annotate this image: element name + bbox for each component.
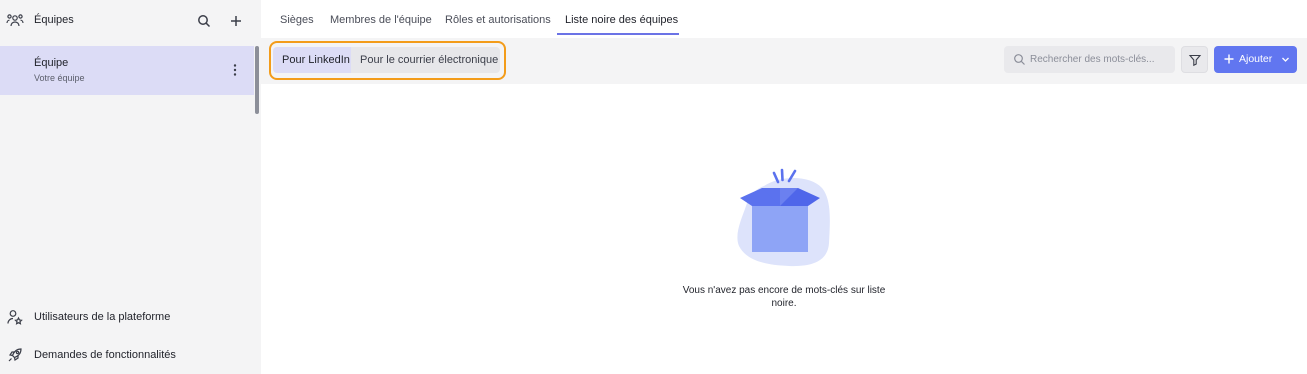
tab-team-members[interactable]: Membres de l'équipe xyxy=(330,14,432,26)
sidebar-item-platform-users[interactable]: Utilisateurs de la plateforme xyxy=(0,302,261,332)
add-button-label: Ajouter xyxy=(1239,53,1273,65)
sidebar-header: Équipes xyxy=(0,0,261,44)
segment-highlight-outline xyxy=(269,41,506,80)
team-name: Équipe xyxy=(34,57,69,69)
keyword-search[interactable] xyxy=(1004,46,1175,73)
team-icon xyxy=(6,14,24,27)
chevron-down-icon[interactable] xyxy=(1280,54,1291,65)
sidebar-item-team[interactable]: Équipe Votre équipe xyxy=(0,46,254,95)
sidebar-item-feature-requests[interactable]: Demandes de fonctionnalités xyxy=(0,340,261,370)
sidebar-item-label: Demandes de fonctionnalités xyxy=(34,349,176,361)
sidebar: Équipes Équipe Votre équipe Utilisateurs… xyxy=(0,0,261,374)
add-team-icon[interactable] xyxy=(228,13,244,29)
tab-team-blacklist[interactable]: Liste noire des équipes xyxy=(565,14,678,26)
search-input[interactable] xyxy=(1030,46,1170,73)
sidebar-scrollbar[interactable] xyxy=(255,46,259,114)
sidebar-title: Équipes xyxy=(34,14,74,26)
sidebar-item-label: Utilisateurs de la plateforme xyxy=(34,311,171,323)
search-icon[interactable] xyxy=(196,13,212,29)
tab-seats[interactable]: Sièges xyxy=(280,14,314,26)
rocket-icon xyxy=(8,348,22,362)
team-subtitle: Votre équipe xyxy=(34,73,85,83)
tab-roles-permissions[interactable]: Rôles et autorisations xyxy=(445,14,551,26)
user-star-icon xyxy=(7,310,23,325)
more-options-icon[interactable] xyxy=(229,62,241,78)
filter-button[interactable] xyxy=(1181,46,1208,73)
empty-box-illustration xyxy=(737,168,830,267)
filter-icon xyxy=(1188,54,1202,67)
plus-icon xyxy=(1224,54,1234,64)
empty-state-message: Vous n'avez pas encore de mots-clés sur … xyxy=(682,285,886,309)
add-button[interactable]: Ajouter xyxy=(1214,46,1297,73)
active-tab-indicator xyxy=(557,33,679,35)
search-icon xyxy=(1014,54,1025,65)
